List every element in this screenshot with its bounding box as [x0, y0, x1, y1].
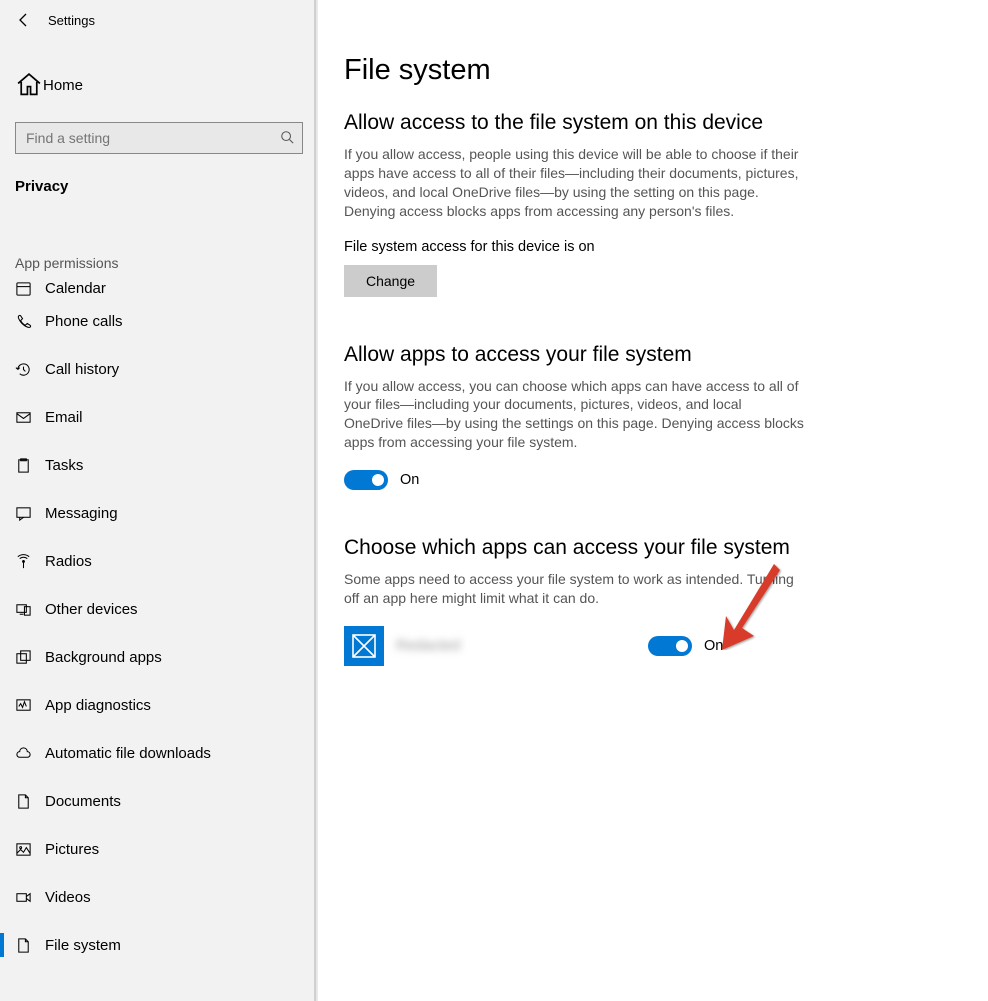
nav-list: Calendar Phone calls Call history Email … — [0, 281, 318, 1001]
document-icon — [15, 793, 45, 810]
app-access-toggle-label: On — [400, 472, 419, 488]
sidebar-item-background-apps[interactable]: Background apps — [0, 633, 318, 681]
app-icon — [344, 626, 384, 666]
history-icon — [15, 361, 45, 378]
section-choose-apps: Choose which apps can access your file s… — [344, 536, 804, 666]
device-access-status: File system access for this device is on — [344, 239, 804, 255]
section-header-app-permissions: App permissions — [0, 249, 318, 281]
sidebar-item-tasks[interactable]: Tasks — [0, 441, 318, 489]
file-system-icon — [15, 937, 45, 954]
sidebar-item-phone-calls[interactable]: Phone calls — [0, 297, 318, 345]
sidebar-item-messaging[interactable]: Messaging — [0, 489, 318, 537]
topbar: Settings — [0, 0, 318, 40]
back-button[interactable] — [0, 12, 48, 28]
sidebar-item-file-system[interactable]: File system — [0, 921, 318, 969]
messaging-icon — [15, 505, 45, 522]
back-arrow-icon — [16, 12, 32, 28]
sidebar-item-app-diagnostics[interactable]: App diagnostics — [0, 681, 318, 729]
sidebar-item-radios[interactable]: Radios — [0, 537, 318, 585]
main-content: File system Allow access to the file sys… — [318, 0, 988, 1001]
section1-desc: If you allow access, people using this d… — [344, 145, 804, 221]
background-apps-icon — [15, 649, 45, 666]
other-devices-icon — [15, 601, 45, 618]
sidebar-item-videos[interactable]: Videos — [0, 873, 318, 921]
app-access-toggle[interactable] — [344, 470, 388, 490]
sidebar-item-call-history[interactable]: Call history — [0, 345, 318, 393]
picture-icon — [15, 841, 45, 858]
app-name: Redacted — [396, 637, 596, 654]
cloud-icon — [15, 745, 45, 762]
home-icon — [15, 71, 43, 99]
search-icon — [280, 130, 294, 147]
video-icon — [15, 889, 45, 906]
section2-desc: If you allow access, you can choose whic… — [344, 377, 804, 453]
change-button[interactable]: Change — [344, 265, 437, 297]
section3-desc: Some apps need to access your file syste… — [344, 570, 804, 608]
email-icon — [15, 409, 45, 426]
radios-icon — [15, 553, 45, 570]
window-title: Settings — [48, 13, 95, 28]
app-toggle-label: On — [704, 638, 723, 654]
sidebar-item-pictures[interactable]: Pictures — [0, 825, 318, 873]
calendar-icon — [15, 281, 45, 297]
section1-heading: Allow access to the file system on this … — [344, 111, 804, 135]
home-label: Home — [43, 77, 83, 94]
sidebar-item-calendar[interactable]: Calendar — [0, 281, 318, 297]
app-toggle-row: On — [648, 636, 723, 656]
sidebar-item-documents[interactable]: Documents — [0, 777, 318, 825]
sidebar-item-home[interactable]: Home — [0, 62, 318, 108]
search-field[interactable] — [26, 130, 280, 146]
app-access-toggle-row: On — [344, 470, 804, 490]
page-title: File system — [344, 54, 988, 87]
app-toggle[interactable] — [648, 636, 692, 656]
settings-sidebar: Settings Home Privacy App permissions Ca… — [0, 0, 318, 1001]
phone-icon — [15, 313, 45, 330]
category-label: Privacy — [0, 164, 318, 205]
section3-heading: Choose which apps can access your file s… — [344, 536, 804, 560]
section2-heading: Allow apps to access your file system — [344, 343, 804, 367]
tasks-icon — [15, 457, 45, 474]
sidebar-item-email[interactable]: Email — [0, 393, 318, 441]
sidebar-item-other-devices[interactable]: Other devices — [0, 585, 318, 633]
section-device-access: Allow access to the file system on this … — [344, 111, 804, 297]
sidebar-item-automatic-file-downloads[interactable]: Automatic file downloads — [0, 729, 318, 777]
search-input[interactable] — [15, 122, 303, 154]
app-permission-row: Redacted On — [344, 626, 804, 666]
diagnostics-icon — [15, 697, 45, 714]
section-app-access: Allow apps to access your file system If… — [344, 343, 804, 491]
